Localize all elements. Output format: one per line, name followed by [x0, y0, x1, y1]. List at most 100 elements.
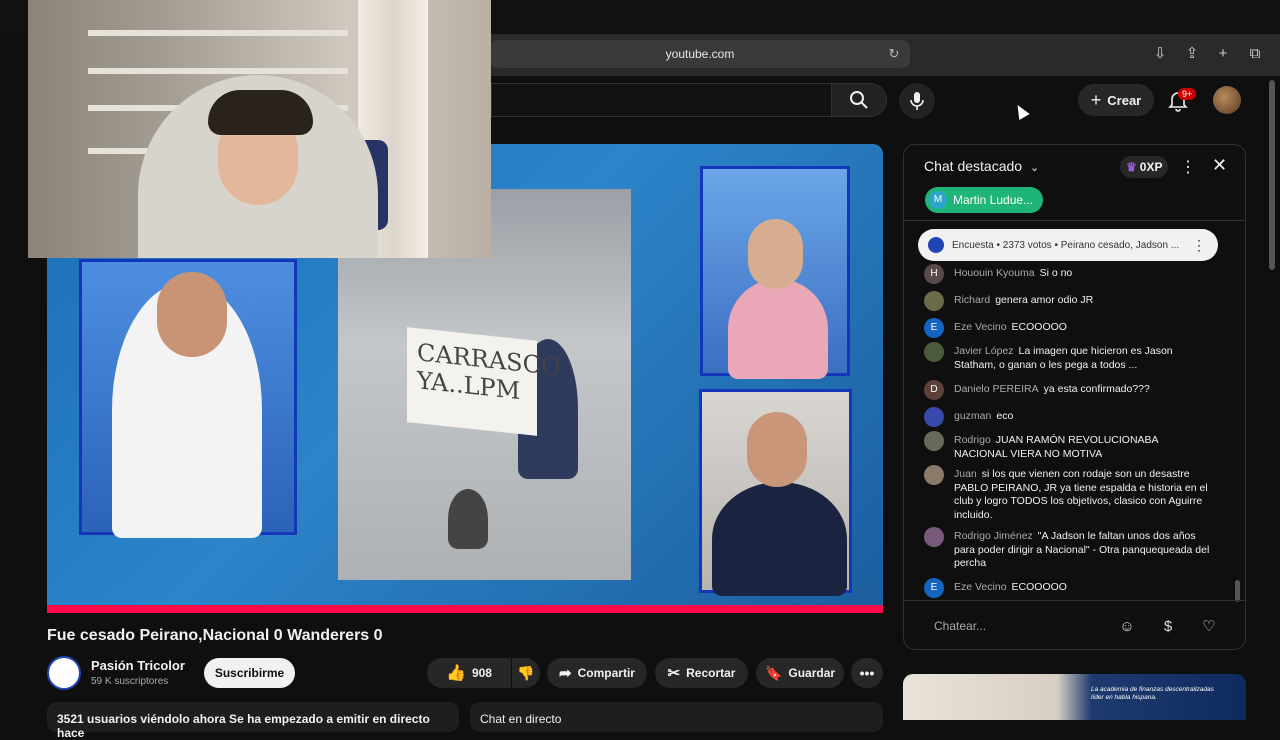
- like-count: 908: [471, 666, 492, 680]
- host-top-right-face: [748, 219, 803, 289]
- poll-more-icon[interactable]: ⋮: [1192, 237, 1218, 254]
- create-button[interactable]: + Crear: [1078, 84, 1154, 116]
- chat-avatar: [924, 465, 944, 485]
- host-bottom-right-panel: [699, 389, 852, 596]
- bookmark-icon: 🔖: [764, 664, 783, 681]
- chat-avatar: D: [924, 380, 944, 400]
- chat-author[interactable]: Eze Vecino: [954, 581, 1007, 593]
- poll-banner[interactable]: Encuesta • 2373 votos • Peirano cesado, …: [918, 229, 1218, 261]
- save-button[interactable]: 🔖 Guardar: [756, 658, 844, 688]
- share-icon[interactable]: ⇪: [1182, 44, 1202, 64]
- chat-avatar: [924, 342, 944, 362]
- live-chat-replay-box[interactable]: Chat en directo: [470, 702, 883, 732]
- thumbs-down-icon: 👎: [517, 664, 535, 681]
- xp-badge[interactable]: ♛ 0XP: [1120, 156, 1169, 178]
- chat-message: H Hououin Kyouma Si o no: [924, 264, 1214, 284]
- chat-input-area: Chatear... ☺ $ ♡: [904, 600, 1245, 649]
- chat-input[interactable]: Chatear...: [934, 619, 986, 633]
- channel-avatar[interactable]: [47, 656, 81, 690]
- wall-shelf: [88, 30, 348, 36]
- pinned-user-avatar: M: [929, 191, 947, 209]
- more-actions-button[interactable]: •••: [851, 658, 883, 688]
- protest-banner: CARRASCO YA..LPM: [407, 327, 561, 436]
- description-text: 3521 usuarios viéndolo ahora Se ha empez…: [57, 712, 430, 740]
- save-label: Guardar: [788, 666, 836, 680]
- crown-icon: ♛: [1126, 160, 1137, 174]
- description-box[interactable]: 3521 usuarios viéndolo ahora Se ha empez…: [47, 702, 459, 740]
- chat-author[interactable]: guzman: [954, 410, 991, 422]
- tabs-overview-icon[interactable]: ⧉: [1245, 44, 1265, 64]
- chat-message-body: Eze Vecino ECOOOOO: [954, 581, 1067, 598]
- chat-mode-dropdown[interactable]: Chat destacado ⌄: [924, 158, 1039, 174]
- chat-author[interactable]: Juan: [954, 468, 977, 480]
- video-progress-bar[interactable]: [47, 605, 883, 613]
- live-chat-panel: Chat destacado ⌄ ♛ 0XP ⋮ ✕ M Martin Ludu…: [903, 144, 1246, 650]
- chat-title: Chat destacado: [924, 158, 1023, 174]
- chat-author[interactable]: Javier López: [954, 345, 1014, 357]
- chat-message-body: Rodrigo JUAN RAMÓN REVOLUCIONABA NACIONAL…: [954, 434, 1214, 461]
- channel-name[interactable]: Pasión Tricolor: [91, 658, 185, 673]
- chat-avatar: H: [924, 264, 944, 284]
- clip-label: Recortar: [686, 666, 736, 680]
- reload-icon[interactable]: ↻: [886, 46, 902, 62]
- search-input[interactable]: [491, 83, 831, 117]
- live-chat-replay-label: Chat en directo: [480, 712, 562, 726]
- host-top-right-person: [728, 279, 828, 379]
- emoji-icon[interactable]: ☺: [1117, 617, 1137, 637]
- chat-author[interactable]: Eze Vecino: [954, 321, 1007, 333]
- chat-message-body: Javier López La imagen que hicieron es Ja…: [954, 345, 1214, 372]
- host-top-right-panel: [700, 166, 850, 379]
- thumbs-up-icon: 👍: [446, 665, 466, 682]
- chat-author[interactable]: Richard: [954, 294, 990, 306]
- chat-message: Juan si los que vienen con rodaje son un …: [924, 465, 1214, 522]
- chat-author[interactable]: Danielo PEREIRA: [954, 383, 1039, 395]
- heart-icon[interactable]: ♡: [1199, 617, 1219, 637]
- xp-value: 0XP: [1139, 160, 1163, 174]
- chat-author[interactable]: Rodrigo Jiménez: [954, 530, 1033, 542]
- streamer-webcam: [28, 0, 491, 258]
- streamer-hair: [208, 90, 313, 135]
- chat-avatar: [924, 431, 944, 451]
- address-text: youtube.com: [665, 47, 735, 61]
- more-horizontal-icon: •••: [859, 665, 875, 681]
- chat-text: ya esta confirmado???: [1043, 383, 1150, 395]
- clip-button[interactable]: ✂ Recortar: [655, 658, 748, 688]
- account-avatar[interactable]: [1213, 86, 1241, 114]
- chat-author[interactable]: Rodrigo: [954, 434, 991, 446]
- sidebar-ad[interactable]: La academia de finanzas descentralizadas…: [903, 674, 1246, 720]
- scissors-icon: ✂: [667, 665, 681, 682]
- close-icon[interactable]: ✕: [1212, 155, 1227, 176]
- voice-search-button[interactable]: [899, 83, 935, 119]
- chat-message: Rodrigo Jiménez "A Jadson le faltan unos …: [924, 527, 1214, 571]
- address-bar[interactable]: youtube.com ↻: [490, 40, 910, 68]
- create-label: Crear: [1107, 92, 1142, 108]
- search-button[interactable]: [831, 83, 887, 117]
- chat-message: Richard genera amor odio JR: [924, 291, 1214, 311]
- chat-author[interactable]: Hououin Kyouma: [954, 267, 1035, 279]
- chat-message: D Danielo PEREIRA ya esta confirmado???: [924, 380, 1214, 400]
- pinned-user-chip[interactable]: M Martin Ludue...: [925, 187, 1044, 213]
- chat-avatar: E: [924, 318, 944, 338]
- chat-text: ECOOOOO: [1011, 581, 1067, 593]
- chat-header: Chat destacado ⌄ ♛ 0XP ⋮ ✕ M Martin Ludu…: [904, 145, 1245, 221]
- subscribe-button[interactable]: Suscribirme: [204, 658, 295, 688]
- chat-message: E Eze Vecino ECOOOOO: [924, 578, 1214, 598]
- download-icon[interactable]: ⇩: [1150, 44, 1170, 64]
- share-button[interactable]: ➦ Compartir: [547, 658, 647, 688]
- chat-more-icon[interactable]: ⋮: [1180, 157, 1196, 177]
- chat-message-body: Richard genera amor odio JR: [954, 294, 1093, 311]
- host-bottom-right-face: [747, 412, 807, 487]
- dislike-button[interactable]: 👎: [512, 658, 540, 688]
- search-icon: [850, 91, 868, 109]
- new-tab-icon[interactable]: +: [1213, 44, 1233, 64]
- like-button[interactable]: 👍 908: [427, 658, 511, 688]
- host-bottom-right-person: [712, 482, 847, 596]
- subscriber-count: 59 K suscriptores: [91, 676, 169, 687]
- chat-text: eco: [996, 410, 1014, 422]
- super-chat-icon[interactable]: $: [1158, 617, 1178, 637]
- page-scrollbar[interactable]: [1269, 80, 1275, 270]
- chat-message-body: Hououin Kyouma Si o no: [954, 267, 1072, 284]
- chat-text: si los que vienen con rodaje son un desa…: [954, 468, 1208, 521]
- share-arrow-icon: ➦: [559, 665, 572, 682]
- chat-scrollbar[interactable]: [1235, 580, 1240, 602]
